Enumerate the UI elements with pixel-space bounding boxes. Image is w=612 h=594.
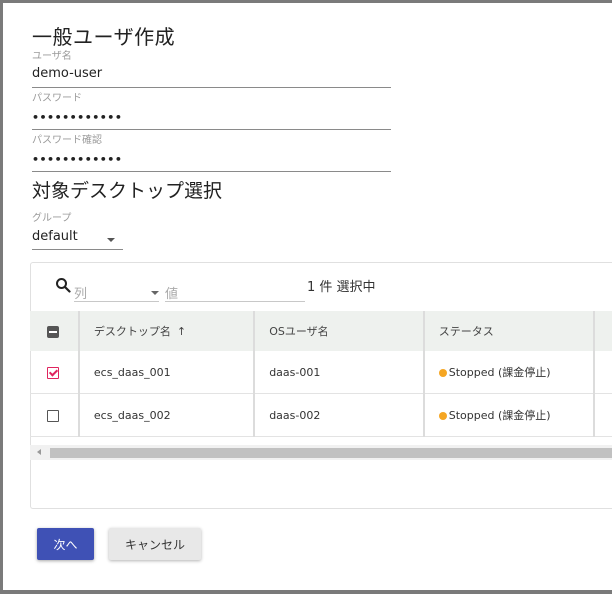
status-stopped-icon [438, 412, 447, 420]
next-button[interactable]: 次へ [37, 528, 94, 560]
header-overflow-cell [592, 311, 612, 351]
password-confirm-underline [32, 171, 391, 172]
group-select-value: default [32, 229, 78, 244]
header-os-user[interactable]: OSユーザ名 [253, 311, 424, 351]
row-checkbox-unchecked[interactable] [47, 409, 59, 422]
username-input[interactable]: demo-user [32, 66, 102, 81]
row-select-cell[interactable] [30, 351, 79, 394]
cell-desktop-name: ecs_daas_002 [77, 393, 255, 437]
status-text: Stopped (課金停止) [448, 409, 551, 422]
sort-ascending-icon[interactable]: ↑ [177, 325, 186, 338]
group-select[interactable]: default [32, 229, 123, 250]
password-confirm-label: パスワード確認 [32, 135, 102, 146]
desktop-table: デスクトップ名 ↑ OSユーザ名 ステータス ecs_daas_001 daas-… [30, 311, 612, 437]
horizontal-scrollbar[interactable] [30, 445, 612, 460]
header-status[interactable]: ステータス [422, 311, 594, 351]
password-confirm-input[interactable]: •••••••••••• [32, 153, 122, 166]
row-overflow-cell [592, 351, 612, 394]
scrollbar-thumb[interactable] [50, 448, 612, 458]
filter-value-placeholder: 値 [165, 287, 179, 302]
table-row[interactable]: ecs_daas_001 daas-001 Stopped (課金停止) [30, 351, 612, 394]
scroll-left-icon[interactable] [37, 449, 41, 455]
table-row[interactable]: ecs_daas_002 daas-002 Stopped (課金停止) [30, 393, 612, 437]
filter-value-input[interactable]: 値 [165, 283, 305, 302]
cell-desktop-name: ecs_daas_001 [77, 351, 255, 394]
row-checkbox-checked[interactable] [47, 366, 59, 379]
selected-count: 1 件 選択中 [307, 280, 376, 295]
password-input[interactable]: •••••••••••• [32, 111, 122, 124]
status-text: Stopped (課金停止) [448, 366, 551, 379]
chevron-down-icon [151, 291, 159, 295]
username-underline [32, 87, 391, 88]
row-overflow-cell [592, 393, 612, 437]
status-stopped-icon [438, 369, 447, 377]
table-header-row: デスクトップ名 ↑ OSユーザ名 ステータス [30, 311, 612, 351]
header-desktop-name-label: デスクトップ名 [93, 325, 171, 338]
cell-status: Stopped (課金停止) [422, 393, 594, 437]
cell-status: Stopped (課金停止) [422, 351, 594, 394]
desktop-select-title: 対象デスクトップ選択 [32, 180, 223, 202]
group-label: グループ [32, 213, 72, 224]
dialog-title: 一般ユーザ作成 [32, 25, 176, 49]
username-label: ユーザ名 [32, 51, 72, 62]
cell-os-user: daas-002 [253, 393, 424, 437]
password-label: パスワード [32, 93, 82, 104]
filter-column-placeholder: 列 [74, 287, 88, 302]
cell-os-user: daas-001 [253, 351, 424, 394]
header-desktop-name[interactable]: デスクトップ名 ↑ [77, 311, 255, 351]
cancel-button[interactable]: キャンセル [109, 528, 201, 560]
password-underline [32, 129, 391, 130]
header-select-all-cell[interactable] [30, 311, 79, 351]
search-icon [55, 277, 71, 297]
select-all-checkbox[interactable] [47, 325, 59, 338]
filter-column-select[interactable]: 列 [74, 283, 159, 302]
row-select-cell[interactable] [30, 394, 79, 437]
chevron-down-icon [107, 238, 115, 242]
